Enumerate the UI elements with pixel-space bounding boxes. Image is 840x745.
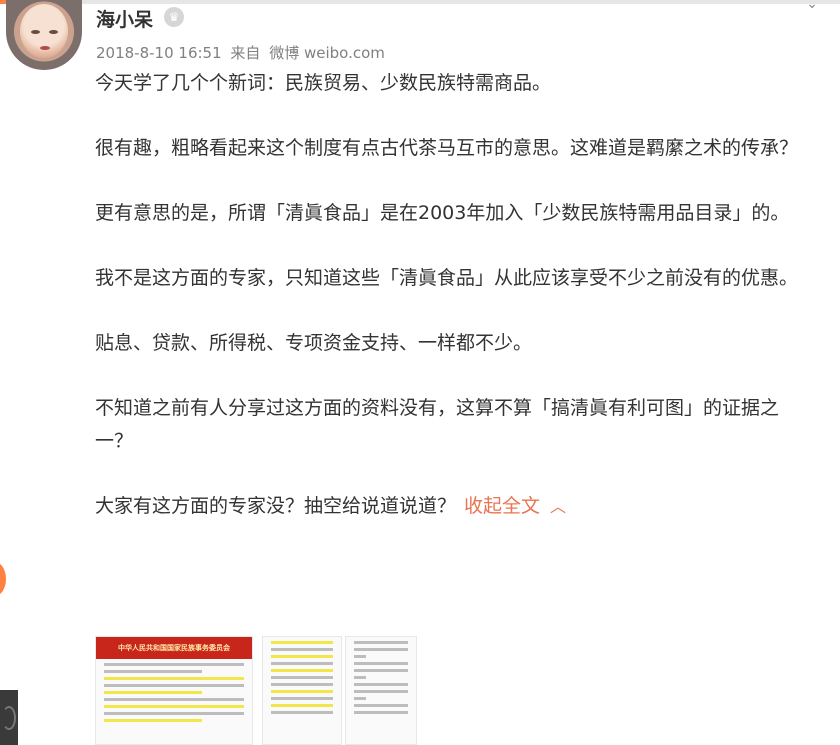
document-line xyxy=(104,712,244,715)
post-paragraph-last-text: 大家有这方面的专家没？抽空给说道说道？ xyxy=(95,495,457,517)
document-line xyxy=(354,683,408,686)
document-line xyxy=(354,704,408,707)
post-paragraph: 今天学了几个个新词：民族贸易、少数民族特需商品。 xyxy=(95,72,552,94)
document-line-highlight xyxy=(271,690,333,693)
document-line xyxy=(354,641,408,644)
document-line xyxy=(104,698,244,701)
image-thumbnail-2[interactable] xyxy=(262,636,342,745)
avatar-eye-left xyxy=(31,30,40,34)
post-paragraph: 我不是这方面的专家，只知道这些「清眞食品」从此应该享受不少之前没有的优惠。 xyxy=(95,267,799,289)
document-line xyxy=(271,683,333,686)
crown-icon[interactable]: ♛ xyxy=(164,7,184,27)
document-line xyxy=(271,697,333,700)
document-line xyxy=(271,711,333,714)
document-line xyxy=(271,676,333,679)
document-line xyxy=(354,690,408,693)
document-line xyxy=(354,655,366,658)
avatar-eye-right xyxy=(49,30,58,34)
document-line-highlight xyxy=(104,719,202,722)
document-line-highlight xyxy=(104,705,244,708)
document-line xyxy=(354,669,408,672)
post-paragraph: 更有意思的是，所谓「清眞食品」是在2003年加入「少数民族特需用品目录」的。 xyxy=(95,202,790,224)
document-line xyxy=(104,670,202,673)
timestamp[interactable]: 2018-8-10 16:51 xyxy=(96,44,222,62)
document-line xyxy=(354,711,408,714)
document-line-highlight xyxy=(271,669,333,672)
post-content: 今天学了几个个新词：民族贸易、少数民族特需商品。 很有趣，粗略看起来这个制度有点… xyxy=(95,67,815,523)
avatar[interactable] xyxy=(6,0,82,70)
image-thumbnail-3[interactable] xyxy=(345,636,417,745)
top-border xyxy=(0,0,840,4)
document-line-highlight xyxy=(271,704,333,707)
image-thumbnail-1[interactable]: 中华人民共和国国家民族事务委员会 xyxy=(95,636,253,745)
username[interactable]: 海小呆 xyxy=(96,5,153,32)
document-line-highlight xyxy=(271,641,333,644)
source-link[interactable]: 微博 weibo.com xyxy=(269,44,385,62)
document-line-highlight xyxy=(104,691,202,694)
source-prefix: 来自 xyxy=(230,44,261,62)
document-line xyxy=(104,684,244,687)
document-line xyxy=(104,663,244,666)
post-paragraph: 不知道之前有人分享过这方面的资料没有，这算不算「搞清眞有利可图」的证据之一？ xyxy=(95,397,780,452)
document-header-text: 中华人民共和国国家民族事务委员会 xyxy=(96,637,252,659)
document-line-highlight xyxy=(104,677,244,680)
collapse-full-text-link[interactable]: 收起全文 xyxy=(464,495,540,517)
avatar-mouth xyxy=(40,46,50,50)
document-line-highlight xyxy=(271,655,333,658)
post-meta: 2018-8-10 16:51 来自 微博 weibo.com xyxy=(96,42,389,63)
post-paragraph: 贴息、贷款、所得税、专项资金支持、一样都不少。 xyxy=(95,332,533,354)
side-float-button[interactable] xyxy=(0,562,6,596)
side-dark-button[interactable] xyxy=(0,690,18,745)
post-paragraph: 很有趣，粗略看起来这个制度有点古代茶马互市的意思。这难道是羁縻之术的传承？ xyxy=(95,137,799,159)
document-line xyxy=(354,676,366,679)
document-line xyxy=(354,648,408,651)
document-line xyxy=(354,662,408,665)
chevron-down-icon[interactable]: ⌄ xyxy=(806,0,818,12)
document-line xyxy=(271,648,333,651)
chevron-up-icon[interactable]: ︿ xyxy=(550,497,566,516)
document-line xyxy=(354,697,366,700)
post-paragraph-last: 大家有这方面的专家没？抽空给说道说道？ 收起全文 ︿ xyxy=(95,490,815,523)
document-line xyxy=(271,662,333,665)
